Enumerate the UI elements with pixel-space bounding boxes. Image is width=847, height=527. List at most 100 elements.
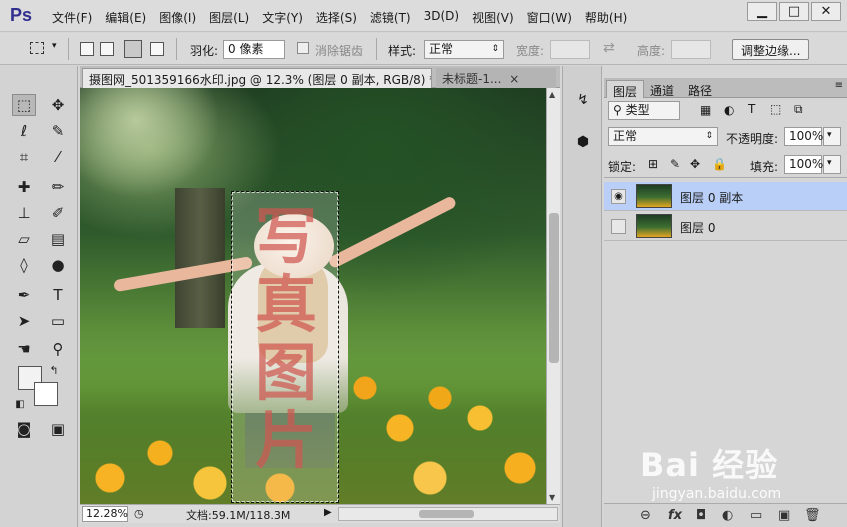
pen-tool-icon[interactable]: ✒ — [12, 284, 36, 306]
fill-dropdown[interactable]: ▾ — [823, 155, 841, 174]
trash-icon[interactable]: 🗑 — [804, 508, 821, 523]
status-info-icon[interactable]: ◷ — [134, 507, 144, 520]
menu-select[interactable]: 选择(S) — [316, 9, 357, 26]
screen-mode-icon[interactable]: ▣ — [46, 418, 70, 440]
tab-paths[interactable]: 路径 — [682, 80, 718, 98]
menu-layer[interactable]: 图层(L) — [209, 9, 249, 26]
rectangle-tool-icon[interactable]: ▭ — [46, 310, 70, 332]
horizontal-scrollbar[interactable] — [338, 507, 558, 521]
path-select-tool-icon[interactable]: ➤ — [12, 310, 36, 332]
menu-filter[interactable]: 滤镜(T) — [370, 9, 411, 26]
zoom-tool-icon[interactable]: ⚲ — [46, 338, 70, 360]
blur-tool-icon[interactable]: ◊ — [12, 254, 36, 276]
scroll-thumb[interactable] — [549, 213, 559, 363]
vertical-scrollbar[interactable]: ▲ ▼ — [546, 88, 560, 504]
filter-type-icon[interactable]: T — [748, 102, 755, 116]
scroll-up-icon[interactable]: ▲ — [549, 90, 555, 99]
refine-edge-button[interactable]: 调整边缘... — [732, 39, 810, 60]
healing-brush-tool-icon[interactable]: ✚ — [12, 176, 36, 198]
layer-row-base[interactable]: 图层 0 — [604, 212, 847, 241]
document-canvas[interactable]: 写 真 图 片 — [80, 88, 546, 504]
filter-smart-object-icon[interactable]: ⧉ — [794, 102, 803, 117]
link-icon[interactable]: ⊖ — [640, 508, 651, 523]
lock-position-icon[interactable]: ✥ — [690, 157, 700, 171]
menu-file[interactable]: 文件(F) — [52, 9, 92, 26]
dodge-tool-icon[interactable]: ● — [46, 254, 70, 276]
style-select[interactable]: 正常 ⇕ — [424, 40, 504, 59]
new-selection-icon[interactable] — [80, 42, 94, 56]
filter-shape-icon[interactable]: ⬚ — [770, 102, 781, 116]
menu-window[interactable]: 窗口(W) — [527, 9, 572, 26]
opacity-dropdown[interactable]: ▾ — [823, 127, 841, 146]
quick-mask-icon[interactable]: ◙ — [12, 418, 36, 440]
lasso-tool-icon[interactable]: ℓ — [12, 120, 36, 142]
layer-row-copy[interactable]: ◉ 图层 0 副本 — [604, 182, 847, 211]
marquee-preset-icon[interactable] — [30, 42, 44, 54]
style-value: 正常 — [429, 42, 454, 56]
brush-tool-icon[interactable]: ✏ — [46, 176, 70, 198]
new-layer-icon[interactable]: ▣ — [778, 508, 790, 523]
fx-icon[interactable]: fx — [668, 508, 682, 523]
history-brush-tool-icon[interactable]: ✐ — [46, 202, 70, 224]
filter-adjustment-icon[interactable]: ◐ — [724, 103, 734, 117]
close-button[interactable]: ✕ — [811, 2, 841, 21]
background-color-swatch[interactable] — [34, 382, 58, 406]
status-menu-arrow-icon[interactable]: ▶ — [324, 507, 332, 518]
quick-select-tool-icon[interactable]: ✎ — [46, 120, 70, 142]
hand-tool-icon[interactable]: ☚ — [12, 338, 36, 360]
tab-layers[interactable]: 图层 — [606, 80, 645, 99]
mask-icon[interactable]: ◘ — [696, 508, 706, 523]
antialias-checkbox[interactable] — [297, 42, 309, 54]
scroll-thumb[interactable] — [419, 510, 474, 518]
eraser-tool-icon[interactable]: ▱ — [12, 228, 36, 250]
tab-close-icon[interactable]: × — [509, 72, 519, 86]
feather-input[interactable]: 0 像素 — [223, 40, 285, 59]
fill-input[interactable]: 100% — [784, 155, 823, 174]
3d-panel-icon[interactable]: ⬢ — [571, 130, 595, 154]
swap-icon[interactable]: ⇄ — [603, 40, 615, 56]
menu-type[interactable]: 文字(Y) — [262, 9, 303, 26]
marquee-selection[interactable] — [231, 191, 339, 503]
lock-transparency-icon[interactable]: ⊞ — [648, 157, 658, 171]
menu-view[interactable]: 视图(V) — [472, 9, 514, 26]
adjustment-icon[interactable]: ◐ — [722, 508, 733, 523]
crop-tool-icon[interactable]: ⌗ — [12, 146, 36, 168]
tab-active-document[interactable]: 摄图网_501359166水印.jpg @ 12.3% (图层 0 副本, RG… — [82, 68, 432, 88]
eye-icon[interactable]: ◉ — [611, 189, 626, 204]
filter-pixel-icon[interactable]: ▦ — [700, 103, 711, 117]
zoom-level-field[interactable]: 12.28% — [82, 506, 128, 522]
swap-colors-icon[interactable]: ↰ — [46, 362, 62, 378]
menu-help[interactable]: 帮助(H) — [585, 9, 627, 26]
filter-kind-select[interactable]: ⚲ 类型 — [608, 101, 680, 120]
default-colors-icon[interactable]: ◧ — [12, 396, 28, 412]
lock-all-icon[interactable]: 🔒 — [712, 157, 727, 171]
menu-3d[interactable]: 3D(D) — [424, 9, 459, 26]
move-tool-icon[interactable]: ✥ — [46, 94, 70, 116]
visibility-toggle-off[interactable] — [611, 219, 626, 234]
clone-stamp-tool-icon[interactable]: ⊥ — [12, 202, 36, 224]
type-tool-icon[interactable]: T — [46, 284, 70, 306]
tab-untitled[interactable]: 未标题-1... × — [436, 68, 556, 88]
blend-mode-select[interactable]: 正常 ⇕ — [608, 127, 718, 146]
eyedropper-tool-icon[interactable]: ⁄ — [46, 146, 70, 168]
scroll-down-icon[interactable]: ▼ — [549, 493, 555, 502]
add-selection-icon[interactable] — [100, 42, 114, 56]
menu-edit[interactable]: 编辑(E) — [105, 9, 146, 26]
tab-channels[interactable]: 通道 — [644, 80, 680, 98]
subtract-selection-icon[interactable] — [124, 40, 142, 58]
history-panel-icon[interactable]: ↯ — [571, 88, 595, 112]
intersect-selection-icon[interactable] — [150, 42, 164, 56]
restore-button[interactable]: □ — [779, 2, 809, 21]
opacity-input[interactable]: 100% — [784, 127, 823, 146]
minimize-button[interactable]: ▁ — [747, 2, 777, 21]
folder-icon[interactable]: ▭ — [750, 508, 762, 523]
lock-pixels-icon[interactable]: ✎ — [670, 157, 680, 171]
lock-label: 锁定: — [608, 160, 637, 174]
gradient-tool-icon[interactable]: ▤ — [46, 228, 70, 250]
preset-dropdown-arrow-icon[interactable]: ▾ — [52, 41, 57, 51]
height-input[interactable] — [671, 40, 711, 59]
panel-menu-icon[interactable]: ≡ — [835, 80, 843, 91]
marquee-tool-icon[interactable]: ⬚ — [12, 94, 36, 116]
width-input[interactable] — [550, 40, 590, 59]
menu-image[interactable]: 图像(I) — [159, 9, 196, 26]
